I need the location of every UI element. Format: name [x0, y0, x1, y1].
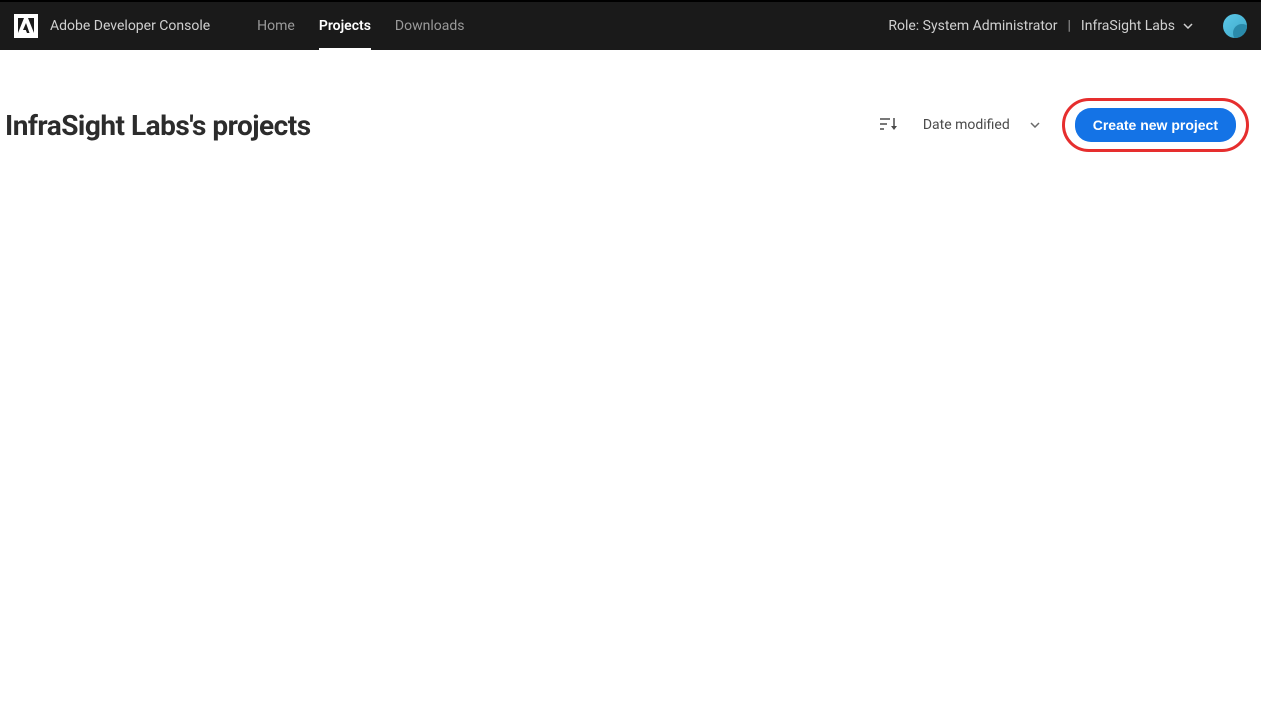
- header-right: Role: System Administrator | InfraSight …: [888, 14, 1247, 38]
- page-title: InfraSight Labs's projects: [5, 109, 311, 142]
- nav-downloads[interactable]: Downloads: [383, 2, 477, 50]
- sort-direction-button[interactable]: [875, 112, 901, 139]
- sort-icon: [879, 117, 897, 131]
- header-left: Adobe Developer Console Home Projects Do…: [14, 2, 476, 50]
- chevron-down-icon: [1183, 23, 1193, 29]
- org-name: InfraSight Labs: [1081, 18, 1175, 34]
- brand-name: Adobe Developer Console: [50, 18, 210, 34]
- separator: |: [1068, 18, 1071, 34]
- sort-label: Date modified: [923, 117, 1010, 133]
- highlight-ring: Create new project: [1062, 98, 1249, 152]
- main-nav: Home Projects Downloads: [245, 2, 476, 50]
- nav-projects[interactable]: Projects: [307, 2, 383, 50]
- controls: Date modified Create new project: [875, 98, 1261, 152]
- role-label: Role: System Administrator: [888, 18, 1057, 34]
- create-project-button[interactable]: Create new project: [1075, 108, 1236, 142]
- main-content: InfraSight Labs's projects Date modified…: [0, 50, 1261, 152]
- adobe-logo-icon: [14, 14, 38, 38]
- org-selector[interactable]: InfraSight Labs: [1081, 18, 1193, 34]
- avatar[interactable]: [1223, 14, 1247, 38]
- app-header: Adobe Developer Console Home Projects Do…: [0, 2, 1261, 50]
- sort-dropdown[interactable]: Date modified: [913, 111, 1050, 139]
- nav-home[interactable]: Home: [245, 2, 307, 50]
- chevron-down-icon: [1030, 122, 1040, 128]
